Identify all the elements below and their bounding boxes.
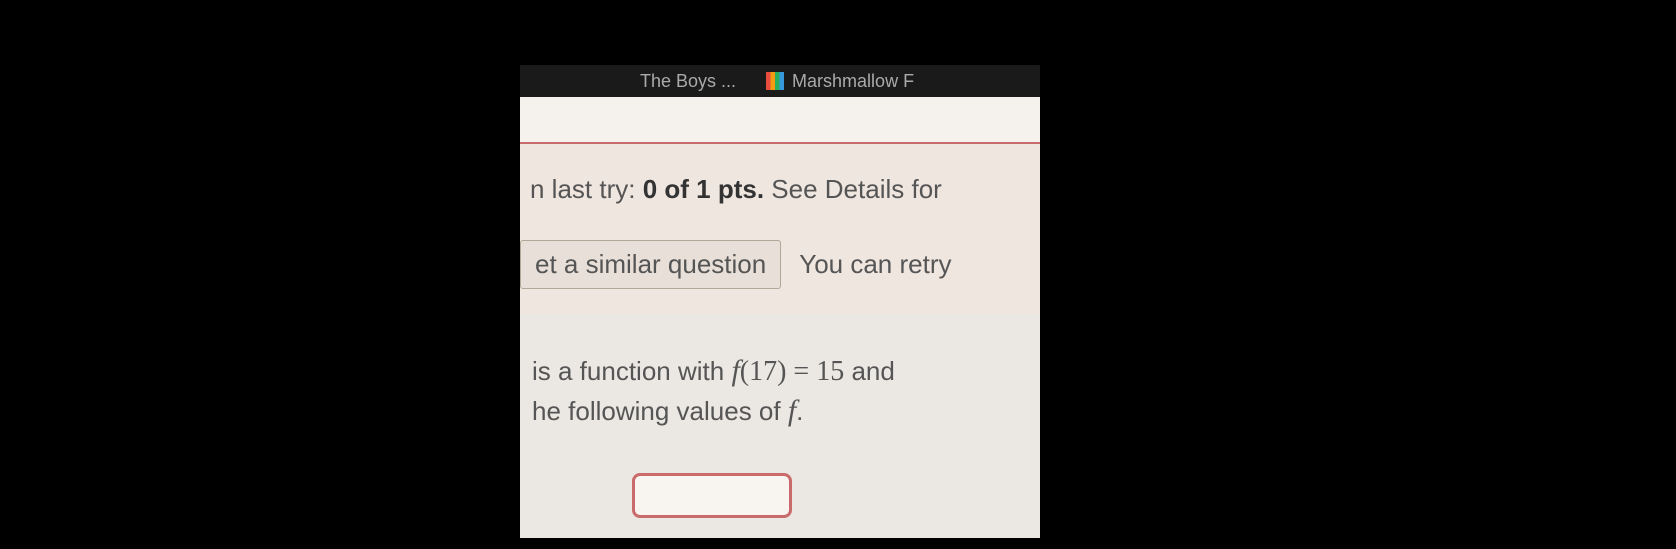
content-area: n last try: 0 of 1 pts. See Details for … xyxy=(520,97,1040,517)
bookmark-item-marshmallow[interactable]: Marshmallow F xyxy=(766,71,914,92)
math-variable: f xyxy=(788,394,796,427)
question-suffix: and xyxy=(844,356,895,386)
retry-text: You can retry xyxy=(799,249,951,280)
question-line-1: is a function with f(17) = 15 and xyxy=(532,354,1028,388)
bookmark-item-boys[interactable]: The Boys ... xyxy=(640,71,736,92)
score-text: n last try: 0 of 1 pts. See Details for xyxy=(520,174,1040,205)
similar-question-button[interactable]: et a similar question xyxy=(520,240,781,289)
browser-bookmarks-bar: The Boys ... Marshmallow F xyxy=(520,65,1040,97)
score-prefix: n last try: xyxy=(530,174,643,204)
score-feedback-box: n last try: 0 of 1 pts. See Details for … xyxy=(520,142,1040,314)
question-line-2: he following values of f. xyxy=(532,394,1028,428)
answer-input-box[interactable] xyxy=(632,473,792,518)
question-line2-prefix: he following values of xyxy=(532,396,788,426)
rainbow-icon xyxy=(766,72,784,90)
math-expression: f(17) = 15 xyxy=(731,356,844,387)
retry-row: et a similar question You can retry xyxy=(520,240,1040,289)
question-line2-suffix: . xyxy=(796,396,803,426)
score-points: 0 of 1 pts. xyxy=(643,174,764,204)
bookmark-label: The Boys ... xyxy=(640,71,736,92)
question-prefix: is a function with xyxy=(532,356,731,386)
question-area: is a function with f(17) = 15 and he fol… xyxy=(520,314,1040,538)
bookmark-label: Marshmallow F xyxy=(792,71,914,92)
score-suffix: See Details for xyxy=(764,174,942,204)
